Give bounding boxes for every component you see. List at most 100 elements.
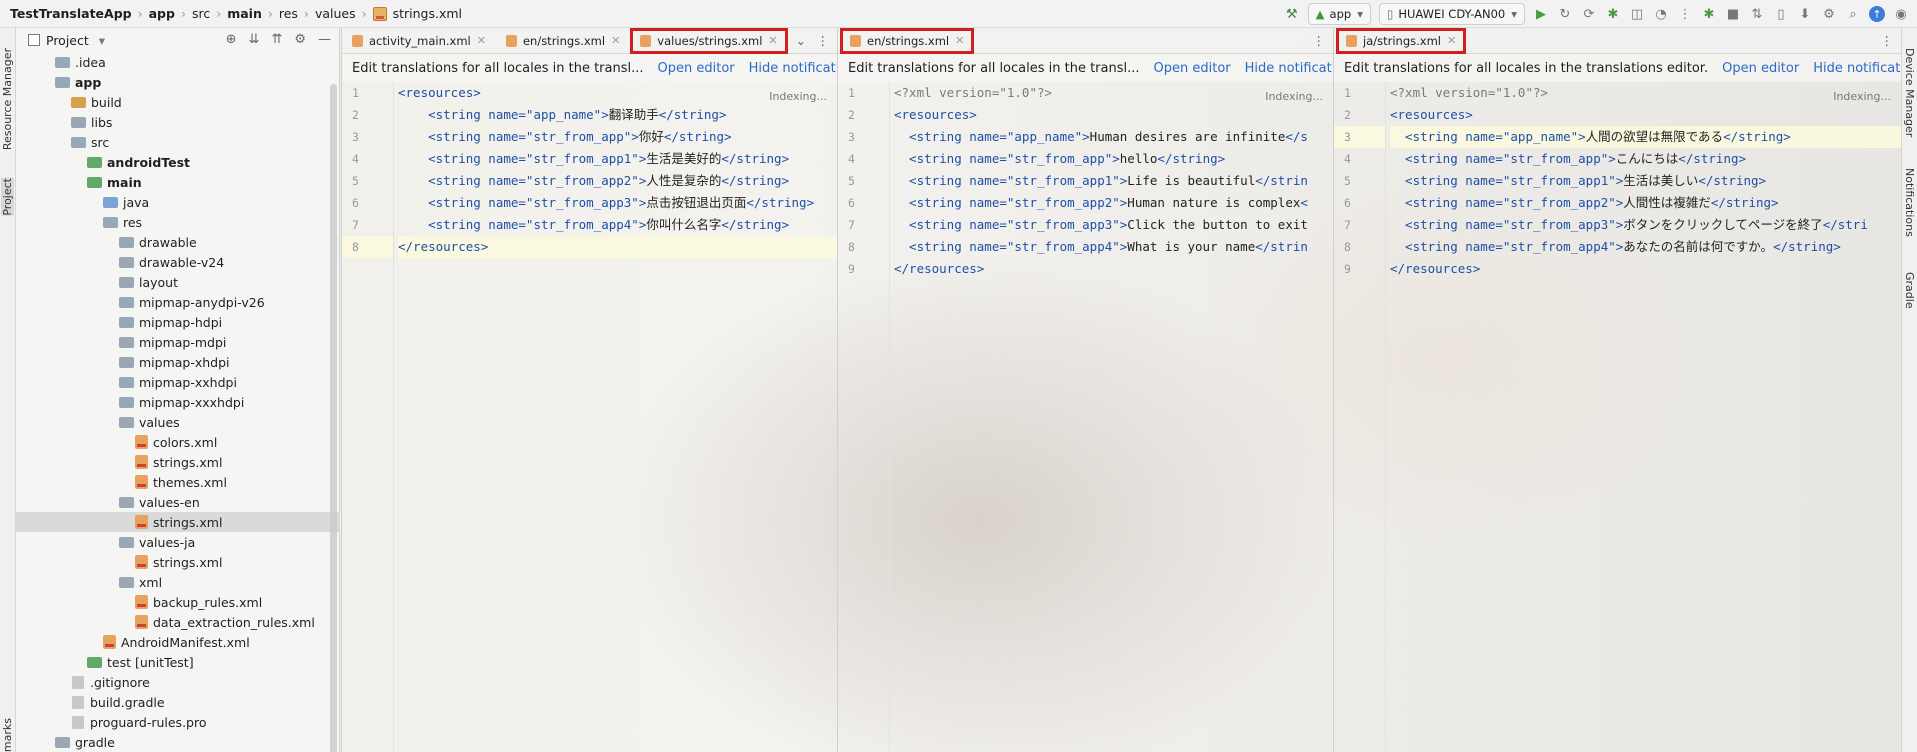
xml-file-icon (850, 34, 861, 47)
expand-all-icon[interactable]: ⇊ (249, 32, 260, 47)
stop-icon[interactable]: ■ (1725, 6, 1741, 22)
tab-activity-main[interactable]: activity_main.xml ✕ (342, 28, 496, 54)
tree-item[interactable]: values-ja (16, 532, 340, 552)
run-config-select[interactable]: ▲ app ▾ (1307, 3, 1371, 25)
project-tab[interactable]: Project (1, 178, 14, 216)
tree-item[interactable]: colors.xml (16, 432, 340, 452)
tree-item[interactable]: .idea (16, 52, 340, 72)
string-value: 生活は美しい (1623, 173, 1699, 188)
tree-item[interactable]: libs (16, 112, 340, 132)
code-line: <string name="str_from_app1">生活は美しい</str… (1390, 170, 1901, 192)
tree-item[interactable]: java (16, 192, 340, 212)
tree-item[interactable]: mipmap-xxhdpi (16, 372, 340, 392)
tree-item[interactable]: mipmap-mdpi (16, 332, 340, 352)
tree-item[interactable]: layout (16, 272, 340, 292)
notifications-tab[interactable]: Notifications (1903, 168, 1916, 237)
tree-item[interactable]: src (16, 132, 340, 152)
tree-item[interactable]: androidTest (16, 152, 340, 172)
device-manager-tab[interactable]: Device Manager (1903, 48, 1916, 137)
profile-icon[interactable]: ◔ (1653, 6, 1669, 22)
assistant-icon[interactable]: ◉ (1893, 6, 1909, 22)
more-icon[interactable]: ⋮ (817, 33, 830, 48)
tab-en-strings[interactable]: en/strings.xml ✕ (496, 28, 630, 54)
tree-item[interactable]: data_extraction_rules.xml (16, 612, 340, 632)
tree-item[interactable]: build (16, 92, 340, 112)
tab-en-strings[interactable]: en/strings.xml ✕ (840, 27, 975, 54)
more-run-icon[interactable]: ⋮ (1677, 6, 1693, 22)
tree-item[interactable]: AndroidManifest.xml (16, 632, 340, 652)
tree-item[interactable]: xml (16, 572, 340, 592)
tree-item[interactable]: backup_rules.xml (16, 592, 340, 612)
gradle-tab[interactable]: Gradle (1903, 272, 1916, 309)
update-icon[interactable]: ↑ (1869, 6, 1885, 22)
tree-item[interactable]: mipmap-xhdpi (16, 352, 340, 372)
tree-item[interactable]: .gitignore (16, 672, 340, 692)
hide-notification-link[interactable]: Hide notification (1245, 61, 1333, 76)
sync-gradle-icon[interactable]: ⇅ (1749, 6, 1765, 22)
breadcrumb-values[interactable]: values (315, 6, 356, 21)
search-icon[interactable]: ⌕ (1845, 6, 1861, 22)
tree-item[interactable]: values-en (16, 492, 340, 512)
rerun-icon[interactable]: ↻ (1557, 6, 1573, 22)
tree-item[interactable]: mipmap-anydpi-v26 (16, 292, 340, 312)
code-editor[interactable]: <?xml version="1.0"?> <resources> <string… (1390, 82, 1901, 280)
coverage-icon[interactable]: ✱ (1701, 6, 1717, 22)
apply-changes-icon[interactable]: ⟳ (1581, 6, 1597, 22)
breadcrumb-src[interactable]: src (192, 6, 210, 21)
run-icon[interactable]: ▶ (1533, 6, 1549, 22)
collapse-all-icon[interactable]: ⇈ (271, 32, 282, 47)
tree-item[interactable]: strings.xml (16, 452, 340, 472)
breadcrumb-project[interactable]: TestTranslateApp (10, 6, 132, 21)
more-icon[interactable]: ⋮ (1881, 33, 1894, 48)
tree-item[interactable]: test [unitTest] (16, 652, 340, 672)
code-editor[interactable]: <?xml version="1.0"?> <resources> <string… (894, 82, 1333, 280)
tree-item[interactable]: res (16, 212, 340, 232)
gear-icon[interactable]: ⚙ (294, 32, 306, 47)
resource-manager-tab[interactable]: Resource Manager (1, 48, 14, 150)
tree-item[interactable]: strings.xml (16, 512, 340, 532)
device-manager-icon[interactable]: ▯ (1773, 6, 1789, 22)
tabs-dropdown-icon[interactable]: ⌄ (796, 33, 806, 48)
tree-item[interactable]: strings.xml (16, 552, 340, 572)
close-icon[interactable]: ✕ (611, 34, 620, 47)
open-editor-link[interactable]: Open editor (658, 61, 735, 76)
hide-notification-link[interactable]: Hide notification (1813, 61, 1901, 76)
tree-item[interactable]: mipmap-xxxhdpi (16, 392, 340, 412)
open-editor-link[interactable]: Open editor (1154, 61, 1231, 76)
breadcrumb-main[interactable]: main (227, 6, 262, 21)
editor-tabs-ja: ja/strings.xml ✕ ⋮ (1334, 27, 1901, 54)
attach-debugger-icon[interactable]: ◫ (1629, 6, 1645, 22)
breadcrumb-file[interactable]: strings.xml (393, 6, 462, 21)
tree-item[interactable]: app (16, 72, 340, 92)
close-icon[interactable]: ✕ (1447, 34, 1456, 47)
breadcrumb-res[interactable]: res (279, 6, 298, 21)
tab-values-strings[interactable]: values/strings.xml ✕ (630, 27, 788, 54)
open-editor-link[interactable]: Open editor (1722, 61, 1799, 76)
hide-icon[interactable]: — (318, 32, 331, 47)
tree-item[interactable]: values (16, 412, 340, 432)
tab-ja-strings[interactable]: ja/strings.xml ✕ (1336, 27, 1467, 54)
device-select[interactable]: ▯ HUAWEI CDY-AN00 ▾ (1378, 3, 1525, 25)
project-scrollbar[interactable] (330, 84, 337, 752)
settings-icon[interactable]: ⚙ (1821, 6, 1837, 22)
tree-item[interactable]: drawable-v24 (16, 252, 340, 272)
locate-icon[interactable]: ⊕ (226, 32, 237, 47)
bookmarks-tab[interactable]: Bookmarks (1, 718, 14, 752)
tree-item[interactable]: gradle (16, 732, 340, 752)
tree-item[interactable]: mipmap-hdpi (16, 312, 340, 332)
more-icon[interactable]: ⋮ (1313, 33, 1326, 48)
debug-icon[interactable]: ✱ (1605, 6, 1621, 22)
tree-item[interactable]: themes.xml (16, 472, 340, 492)
hide-notification-link[interactable]: Hide notification (749, 61, 837, 76)
hammer-icon[interactable]: ⚒ (1284, 6, 1300, 22)
close-icon[interactable]: ✕ (768, 34, 777, 47)
sdk-manager-icon[interactable]: ⬇ (1797, 6, 1813, 22)
tree-item[interactable]: proguard-rules.pro (16, 712, 340, 732)
breadcrumb-app[interactable]: app (149, 6, 175, 21)
code-editor[interactable]: <resources> <string name="app_name">翻译助手… (398, 82, 837, 258)
tree-item[interactable]: build.gradle (16, 692, 340, 712)
close-icon[interactable]: ✕ (955, 34, 964, 47)
tree-item[interactable]: main (16, 172, 340, 192)
close-icon[interactable]: ✕ (477, 34, 486, 47)
tree-item[interactable]: drawable (16, 232, 340, 252)
